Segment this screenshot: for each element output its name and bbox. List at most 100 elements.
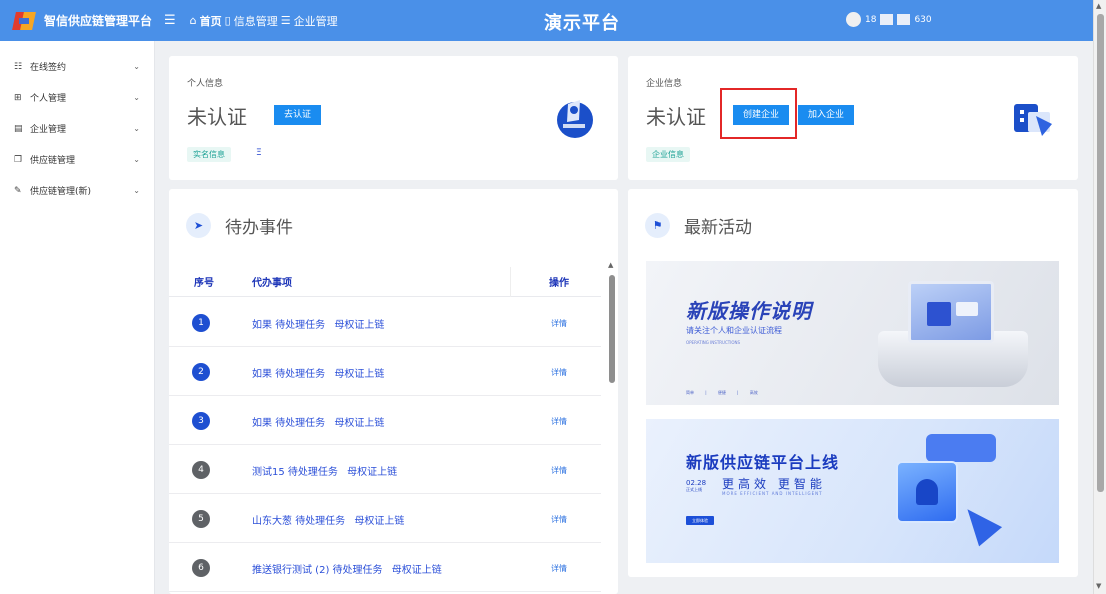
- banner-date: 02.28 正式上线: [686, 479, 707, 492]
- contract-icon: ☷: [14, 61, 23, 72]
- column-header-index: 序号: [194, 278, 214, 289]
- company-info-card: 企业信息 未认证 创建企业 加入企业 企业信息: [628, 56, 1078, 180]
- breadcrumb-info-management[interactable]: 信息管理: [234, 13, 278, 29]
- company-status: 未认证: [646, 105, 706, 129]
- flag-icon: ⚑: [645, 213, 670, 238]
- home-icon: ⌂: [189, 14, 197, 27]
- join-company-button[interactable]: 加入企业: [798, 105, 855, 125]
- row-number: 1: [192, 314, 210, 332]
- chevron-down-icon: ⌄: [133, 186, 140, 195]
- company-icon: ▤: [14, 123, 23, 134]
- masked-name: Ξ: [256, 148, 264, 158]
- file-icon: ❐: [14, 154, 23, 165]
- task-link[interactable]: 如果 待处理任务 母权证上链: [252, 365, 384, 380]
- detail-link[interactable]: 详情: [551, 465, 567, 476]
- app-logo-icon: [12, 10, 36, 32]
- task-link[interactable]: 山东大葱 待处理任务 母权证上链: [252, 512, 404, 527]
- detail-link[interactable]: 详情: [551, 563, 567, 574]
- todo-title: 待办事件: [225, 218, 293, 238]
- user-phone-prefix: 18: [865, 14, 877, 25]
- page-scrollbar[interactable]: ▲ ▼: [1093, 0, 1106, 594]
- scroll-down-icon[interactable]: ▼: [1096, 582, 1101, 590]
- personal-info-label: 个人信息: [187, 79, 224, 89]
- banner-subtitle: 请关注个人和企业认证流程: [686, 326, 782, 335]
- personal-status: 未认证: [187, 105, 247, 129]
- app-name: 智信供应链管理平台: [44, 14, 153, 28]
- scrollbar-thumb[interactable]: [1097, 14, 1104, 492]
- todo-scrollbar[interactable]: ▲: [607, 261, 618, 594]
- menu-collapse-icon[interactable]: ☰: [164, 13, 176, 28]
- column-header-action: 操作: [549, 278, 569, 289]
- detail-link[interactable]: 详情: [551, 318, 567, 329]
- activity-title: 最新活动: [684, 218, 752, 238]
- task-link[interactable]: 如果 待处理任务 母权证上链: [252, 414, 384, 429]
- company-building-icon: [1014, 104, 1052, 136]
- detail-link[interactable]: 详情: [551, 416, 567, 427]
- activity-header: ⚑ 最新活动: [645, 213, 752, 238]
- banner-try-button[interactable]: 立即体验: [686, 516, 714, 525]
- table-row: 1 如果 待处理任务 母权证上链 详情: [169, 298, 601, 347]
- breadcrumb: ⌂ 首页 ▯ 信息管理 ☰ 企业管理: [190, 13, 338, 29]
- row-number: 4: [192, 461, 210, 479]
- task-link[interactable]: 测试15 待处理任务 母权证上链: [252, 463, 397, 478]
- chat-bubble-icon: [926, 434, 996, 462]
- operation-guide-banner[interactable]: 新版操作说明 请关注个人和企业认证流程 OPERATING INSTRUCTIO…: [646, 261, 1059, 405]
- task-link[interactable]: 推送银行测试 (2) 待处理任务 母权证上链: [252, 561, 442, 576]
- banner-title: 新版操作说明: [686, 299, 812, 323]
- activity-card: ⚑ 最新活动 新版操作说明 请关注个人和企业认证流程 OPERATING INS…: [628, 189, 1078, 577]
- company-info-label: 企业信息: [646, 79, 683, 89]
- sidebar-item-online-signing[interactable]: ☷ 在线签约 ⌄: [0, 51, 154, 82]
- cursor-arrow-icon: [955, 499, 1003, 547]
- chevron-down-icon: ⌄: [133, 93, 140, 102]
- sidebar-item-label: 在线签约: [30, 63, 67, 73]
- chevron-down-icon: ⌄: [133, 62, 140, 71]
- detail-link[interactable]: 详情: [551, 514, 567, 525]
- verify-button[interactable]: 去认证: [274, 105, 322, 125]
- todo-header: ➤ 待办事件: [186, 213, 293, 238]
- sidebar-item-company-management[interactable]: ▤ 企业管理 ⌄: [0, 113, 154, 144]
- user-card-icon: [896, 461, 958, 523]
- task-link[interactable]: 如果 待处理任务 母权证上链: [252, 316, 384, 331]
- detail-link[interactable]: 详情: [551, 367, 567, 378]
- row-number: 3: [192, 412, 210, 430]
- scroll-up-icon[interactable]: ▲: [1096, 2, 1101, 10]
- scroll-up-icon[interactable]: ▲: [608, 261, 613, 269]
- banner-english: MORE EFFICIENT AND INTELLIGENT: [722, 491, 823, 496]
- pin-icon: ➤: [186, 213, 211, 238]
- table-row: 4 测试15 待处理任务 母权证上链 详情: [169, 445, 601, 494]
- avatar[interactable]: [846, 12, 861, 27]
- user-phone-suffix: 630: [914, 14, 932, 25]
- table-row: 2 如果 待处理任务 母权证上链 详情: [169, 347, 601, 396]
- phone-mask: [897, 14, 911, 25]
- scrollbar-thumb[interactable]: [609, 275, 615, 383]
- sidebar-item-personal-management[interactable]: ⊞ 个人管理 ⌄: [0, 82, 154, 113]
- personal-info-card: 个人信息 未认证 去认证 实名信息 Ξ: [169, 56, 618, 180]
- breadcrumb-company-management[interactable]: 企业管理: [294, 13, 338, 29]
- banner-footer: 简单 | 便捷 | 高效: [686, 390, 758, 395]
- personal-user-icon: [557, 100, 593, 138]
- platform-launch-banner[interactable]: 新版供应链平台上线 02.28 正式上线 更高效 更智能 MORE EFFICIE…: [646, 419, 1059, 563]
- row-number: 2: [192, 363, 210, 381]
- sidebar-item-supply-chain-new[interactable]: ✎ 供应链管理(新) ⌄: [0, 175, 154, 206]
- chevron-down-icon: ⌄: [133, 155, 140, 164]
- company-info-tag[interactable]: 企业信息: [646, 147, 690, 162]
- grid-icon: ⊞: [14, 92, 22, 103]
- sidebar: ☷ 在线签约 ⌄ ⊞ 个人管理 ⌄ ▤ 企业管理 ⌄ ❐ 供应链管理 ⌄ ✎ 供…: [0, 41, 155, 594]
- todo-table-header: 序号 代办事项 操作: [169, 267, 601, 297]
- breadcrumb-home[interactable]: 首页: [200, 13, 222, 29]
- top-header: 智信供应链管理平台 ☰ ⌂ 首页 ▯ 信息管理 ☰ 企业管理 演示平台 18 6…: [0, 0, 1093, 41]
- create-company-highlight: [720, 88, 797, 139]
- user-menu[interactable]: 18 630: [846, 12, 932, 27]
- monitor-icon: [908, 281, 994, 343]
- sidebar-item-supply-chain[interactable]: ❐ 供应链管理 ⌄: [0, 144, 154, 175]
- table-row: 3 如果 待处理任务 母权证上链 详情: [169, 396, 601, 445]
- sidebar-item-label: 供应链管理(新): [30, 187, 92, 197]
- banner-slogan: 更高效 更智能: [722, 477, 826, 491]
- banner-title: 新版供应链平台上线: [686, 453, 840, 472]
- column-header-item: 代办事项: [252, 278, 292, 289]
- real-name-tag[interactable]: 实名信息: [187, 147, 231, 162]
- list-icon: ☰: [280, 14, 291, 27]
- platform-title: 演示平台: [544, 13, 620, 34]
- edit-icon: ✎: [14, 185, 22, 196]
- todo-card: ➤ 待办事件 序号 代办事项 操作 1 如果 待处理任务 母权证上链 详情 2 …: [169, 189, 618, 594]
